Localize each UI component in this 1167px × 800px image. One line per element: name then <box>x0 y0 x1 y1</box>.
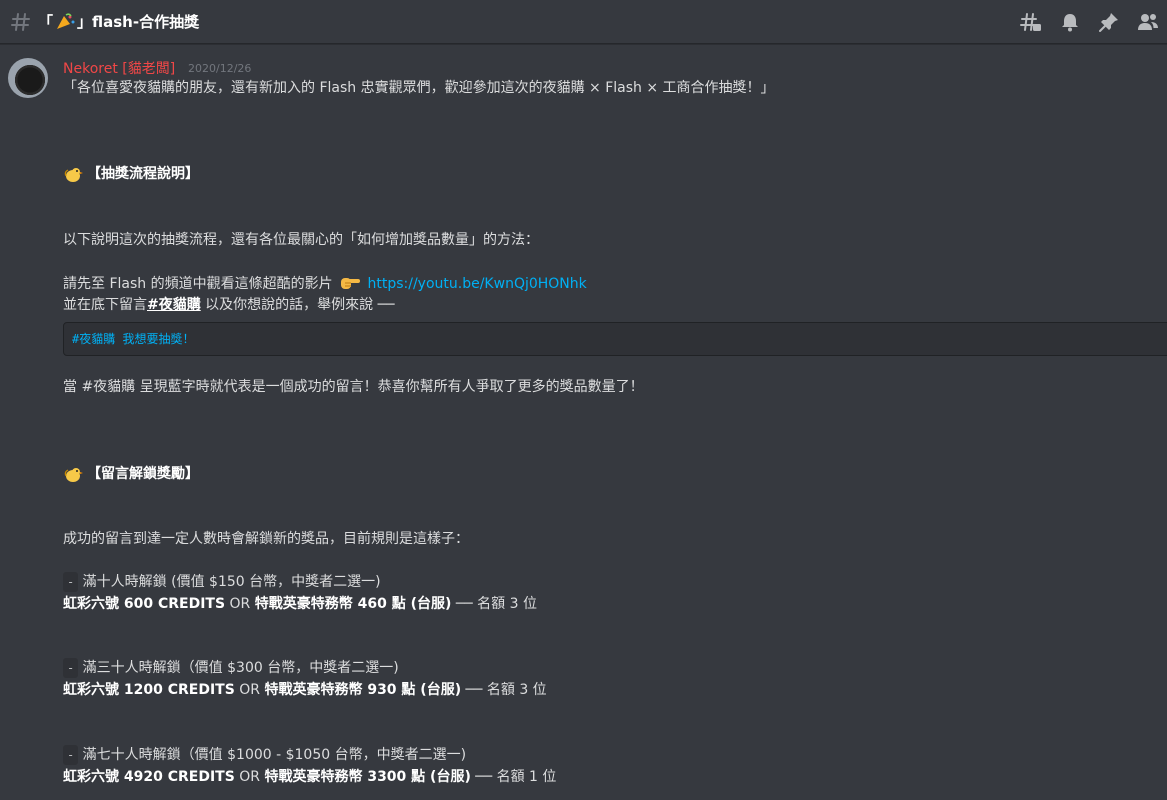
members-icon[interactable] <box>1137 11 1159 33</box>
avatar[interactable] <box>8 58 48 98</box>
channel-name: 「 」flash-合作抽獎 <box>38 11 199 32</box>
section1-p3-text: 並在底下留言 <box>63 297 147 313</box>
channel-header: 「 」flash-合作抽獎 <box>0 0 1167 44</box>
message-timestamp: 2020/12/26 <box>188 62 252 75</box>
section1-heading: 【抽獎流程說明】 <box>63 164 199 184</box>
section1-title: 【抽獎流程說明】 <box>87 166 199 182</box>
tier-or: OR <box>225 596 255 612</box>
threads-icon[interactable] <box>1020 11 1042 33</box>
youtube-link[interactable]: https://youtu.be/KwnQj0HONhk <box>368 276 587 292</box>
tier-dash: - <box>63 745 79 765</box>
section1-p3-tail: 以及你想說的話，舉例來說 ── <box>200 297 395 313</box>
section1-paragraph3: 並在底下留言#夜貓購 以及你想說的話，舉例來說 ── <box>63 295 395 315</box>
section1-p2-text: 請先至 Flash 的頻道中觀看這條超酷的影片 <box>63 276 333 292</box>
section1-paragraph1: 以下說明這次的抽獎流程，還有各位最關心的「如何增加獎品數量」的方法： <box>63 232 539 248</box>
tier-reward-b: 特戰英豪特務幣 930 點 (台服) <box>264 682 462 698</box>
section2-title: 【留言解鎖獎勵】 <box>87 466 199 482</box>
chick-icon <box>63 464 83 484</box>
tier-quota: ── 名額 3 位 <box>451 596 537 612</box>
bell-icon[interactable] <box>1059 11 1081 33</box>
tier-quota: ── 名額 3 位 <box>461 682 547 698</box>
channel-suffix: 」flash-合作抽獎 <box>77 13 200 31</box>
code-example-text: #夜貓購 我想要抽獎！ <box>72 332 195 346</box>
tier-title: - 滿七十人時解鎖（價值 $1000 - $1050 台幣，中獎者二選一) <box>63 745 466 765</box>
message-author[interactable]: Nekoret [貓老闆] <box>63 58 175 78</box>
tier-title-text: 滿十人時解鎖 (價值 $150 台幣，中獎者二選一) <box>78 574 381 590</box>
section1-paragraph4: 當 #夜貓購 呈現藍字時就代表是一個成功的留言！恭喜你幫所有人爭取了更多的獎品數… <box>63 379 644 395</box>
tier-or: OR <box>234 682 265 698</box>
party-popper-icon <box>55 12 75 31</box>
chick-icon <box>63 164 83 184</box>
tier-title-text: 滿七十人時解鎖（價值 $1000 - $1050 台幣，中獎者二選一) <box>78 747 467 763</box>
section1-paragraph2: 請先至 Flash 的頻道中觀看這條超酷的影片 https://youtu.be… <box>63 273 587 294</box>
tier-title: - 滿三十人時解鎖（價值 $300 台幣，中獎者二選一) <box>63 658 399 678</box>
section2-heading: 【留言解鎖獎勵】 <box>63 464 199 484</box>
tier-quota: ── 名額 1 位 <box>470 769 557 785</box>
pointing-hand-icon <box>339 273 361 291</box>
tier-title-text: 滿三十人時解鎖（價值 $300 台幣，中獎者二選一) <box>78 660 399 676</box>
tier-reward-b: 特戰英豪特務幣 3300 點 (台服) <box>264 769 471 785</box>
code-example-block: #夜貓購 我想要抽獎！ <box>63 322 1167 356</box>
tier-reward-b: 特戰英豪特務幣 460 點 (台服) <box>254 596 452 612</box>
message-intro: 「各位喜愛夜貓購的朋友，還有新加入的 Flash 忠實觀眾們，歡迎參加這次的夜貓… <box>63 80 775 96</box>
tier-dash: - <box>63 658 79 678</box>
tier-rewards: 虹彩六號 4920 CREDITS OR 特戰英豪特務幣 3300 點 (台服)… <box>63 767 556 787</box>
hashtag-icon <box>10 10 32 34</box>
tier-dash: - <box>63 572 79 592</box>
section2-paragraph1: 成功的留言到達一定人數時會解鎖新的獎品，目前規則是這樣子： <box>63 531 469 547</box>
tier-rewards: 虹彩六號 1200 CREDITS OR 特戰英豪特務幣 930 點 (台服) … <box>63 680 547 700</box>
tier-rewards: 虹彩六號 600 CREDITS OR 特戰英豪特務幣 460 點 (台服) ─… <box>63 594 537 614</box>
tier-reward-a: 虹彩六號 1200 CREDITS <box>63 682 235 698</box>
tier-reward-a: 虹彩六號 4920 CREDITS <box>63 769 235 785</box>
tier-or: OR <box>234 769 265 785</box>
pin-icon[interactable] <box>1098 11 1120 33</box>
hashtag-bold: #夜貓購 <box>147 297 201 313</box>
tier-reward-a: 虹彩六號 600 CREDITS <box>63 596 226 612</box>
tier-title: - 滿十人時解鎖 (價值 $150 台幣，中獎者二選一) <box>63 572 381 592</box>
channel-prefix: 「 <box>38 13 54 31</box>
message-list: Nekoret [貓老闆] 2020/12/26 「各位喜愛夜貓購的朋友，還有新… <box>0 44 1167 800</box>
